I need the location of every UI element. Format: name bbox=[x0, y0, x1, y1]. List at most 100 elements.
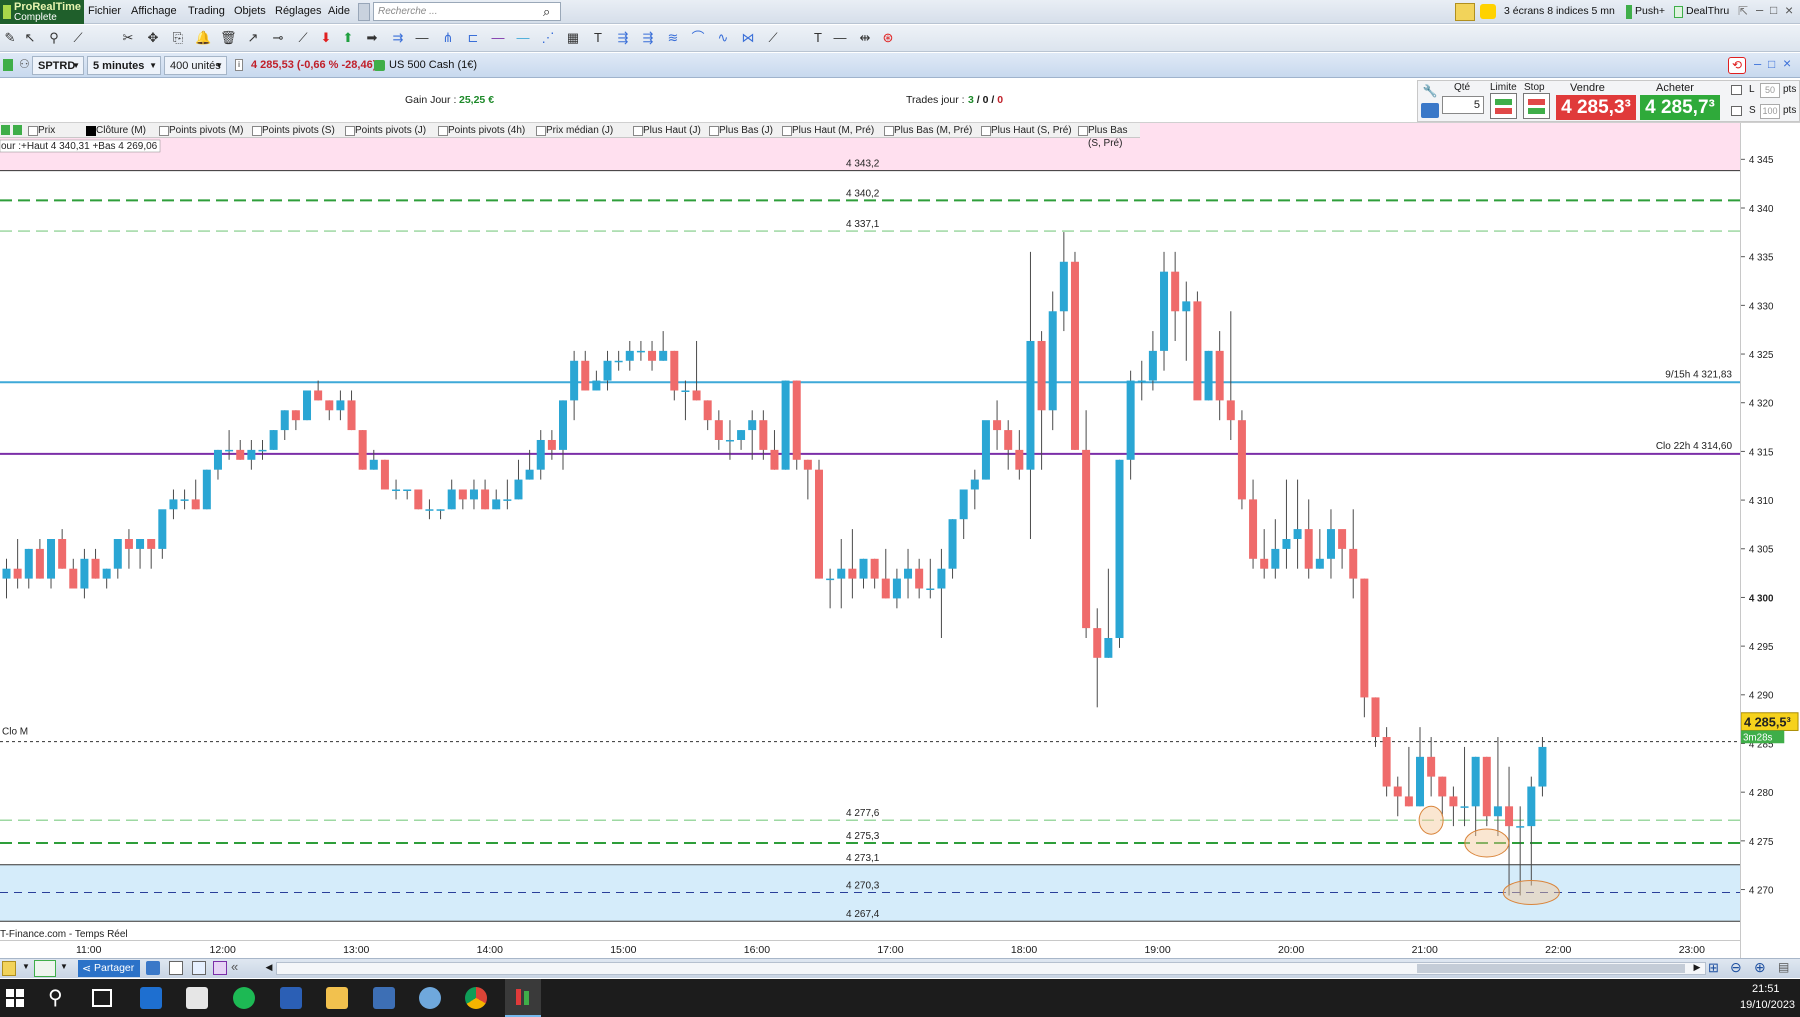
indicator-toggle[interactable]: Plus Haut (M, Pré) bbox=[781, 124, 874, 137]
table-icon[interactable] bbox=[192, 961, 206, 975]
move-icon[interactable]: ✥ bbox=[145, 30, 161, 46]
restore-icon[interactable]: ⇱ bbox=[1738, 4, 1748, 18]
minimize-icon[interactable]: – bbox=[1754, 56, 1761, 71]
limit-order-button[interactable] bbox=[1490, 93, 1517, 119]
wrench-icon[interactable]: 🔧 bbox=[1421, 84, 1439, 100]
calculator-icon[interactable] bbox=[373, 987, 395, 1009]
text-tool-icon[interactable]: T bbox=[590, 30, 606, 46]
text-box-icon[interactable]: T bbox=[810, 30, 826, 46]
indicator-toggle[interactable]: Plus Bas (M, Pré) bbox=[883, 124, 972, 137]
pen-icon[interactable]: ✎ bbox=[2, 30, 18, 46]
info-icon[interactable]: i bbox=[235, 59, 243, 71]
zoom-fit-icon[interactable]: ⊞ bbox=[1708, 960, 1719, 976]
dealthru-button[interactable]: DealThru bbox=[1686, 5, 1729, 17]
indicator-toggle[interactable]: Points pivots (J) bbox=[344, 124, 426, 137]
chat-icon[interactable] bbox=[146, 961, 160, 975]
parallel-lines-icon[interactable]: ⇶ bbox=[615, 30, 631, 46]
record-icon[interactable]: ⊛ bbox=[880, 30, 896, 46]
menu-reglages[interactable]: Réglages bbox=[275, 5, 321, 17]
timeframe-selector[interactable]: 5 minutes ▼ bbox=[87, 56, 161, 75]
indicator-toggle[interactable]: Prix médian (J) bbox=[535, 124, 613, 137]
l-points-input[interactable]: 50 bbox=[1760, 83, 1780, 98]
add-indicator-icon[interactable] bbox=[1, 125, 10, 135]
link-icon[interactable]: ⚇ bbox=[19, 57, 30, 71]
right-arrow-icon[interactable]: ➡ bbox=[364, 30, 380, 46]
qty-input[interactable]: 5 bbox=[1442, 96, 1484, 114]
prorealtime-taskbar-button[interactable] bbox=[505, 979, 541, 1017]
windows-start-icon[interactable] bbox=[6, 989, 24, 1007]
indicator-toggle[interactable]: Points pivots (4h) bbox=[437, 124, 525, 137]
segment-icon[interactable]: ⊸ bbox=[270, 30, 286, 46]
stop-order-button[interactable] bbox=[1523, 93, 1550, 119]
indicator-toggle[interactable]: Plus Haut (S, Pré) bbox=[980, 124, 1072, 137]
menu-trading[interactable]: Trading bbox=[188, 5, 225, 17]
trend-line-icon[interactable]: ⟋ bbox=[295, 30, 311, 46]
price-axis[interactable]: 4 345 4 340 4 335 4 330 4 325 4 320 4 315 4 310… bbox=[1740, 123, 1800, 959]
close-icon[interactable]: × bbox=[1783, 55, 1791, 71]
collapse-icon[interactable]: « bbox=[231, 959, 238, 974]
task-view-icon[interactable] bbox=[92, 989, 112, 1007]
measure-icon[interactable]: ⟋ bbox=[765, 30, 781, 46]
menu-aide[interactable]: Aide bbox=[328, 5, 350, 17]
drive-icon[interactable] bbox=[186, 987, 208, 1009]
s-checkbox[interactable] bbox=[1731, 106, 1742, 116]
indicator-toggle[interactable]: Plus Haut (J) bbox=[632, 124, 701, 137]
pitchfork-icon[interactable]: ⊏ bbox=[465, 30, 481, 46]
app-icon[interactable] bbox=[419, 987, 441, 1009]
ruler-icon[interactable]: ⟋ bbox=[70, 30, 86, 46]
sell-button[interactable]: 4 285,3³ bbox=[1556, 95, 1636, 120]
horizontal-line-icon[interactable]: — bbox=[414, 30, 430, 46]
indicator-toggle[interactable]: Clôture (M) bbox=[85, 124, 146, 137]
spotify-icon[interactable] bbox=[233, 987, 255, 1009]
arc-icon[interactable]: ⌒ bbox=[690, 30, 706, 46]
indicator-toggle[interactable]: Points pivots (S) bbox=[251, 124, 335, 137]
blue-line-icon[interactable]: — bbox=[515, 30, 531, 46]
time-axis[interactable]: 11:00 12:00 13:00 14:00 15:00 16:00 17:00 18:00… bbox=[0, 940, 1740, 959]
chevron-down-icon[interactable]: ▼ bbox=[22, 962, 30, 971]
maximize-icon[interactable]: □ bbox=[1768, 57, 1775, 71]
add-chart-icon[interactable] bbox=[34, 960, 56, 977]
fan-icon[interactable]: ⋰ bbox=[540, 30, 556, 46]
pencil-icon[interactable] bbox=[1455, 3, 1475, 21]
chevron-down-icon[interactable]: ▼ bbox=[60, 962, 68, 971]
sell-arrow-icon[interactable]: ⬇ bbox=[318, 30, 334, 46]
screener-icon[interactable] bbox=[213, 961, 227, 975]
taskbar-search-icon[interactable]: ⚲ bbox=[48, 985, 63, 1010]
units-selector[interactable]: 400 unités ▼ bbox=[164, 56, 227, 75]
buy-button[interactable]: 4 285,7³ bbox=[1640, 95, 1720, 120]
fibonacci-icon[interactable]: ⋔ bbox=[440, 30, 456, 46]
notification-icon[interactable] bbox=[1480, 4, 1496, 19]
sync-icon[interactable]: ⟲ bbox=[1728, 57, 1746, 74]
price-chart[interactable]: 4 343,2 4 340,2 4 337,1 4 277,6 4 275,3 4 273… bbox=[0, 123, 1740, 959]
line-style-icon[interactable]: — bbox=[832, 30, 848, 46]
parallel-lines-2-icon[interactable]: ⇶ bbox=[640, 30, 656, 46]
cycles-icon[interactable]: ≋ bbox=[665, 30, 681, 46]
file-explorer-icon[interactable] bbox=[326, 987, 348, 1009]
search-toggle-button[interactable] bbox=[358, 3, 370, 21]
panel-menu-icon[interactable]: ▤ bbox=[1778, 960, 1789, 974]
l-checkbox[interactable] bbox=[1731, 85, 1742, 95]
s-points-input[interactable]: 100 bbox=[1760, 104, 1780, 119]
menu-fichier[interactable]: Fichier bbox=[88, 5, 121, 17]
menu-affichage[interactable]: Affichage bbox=[131, 5, 177, 17]
close-icon[interactable]: × bbox=[1785, 2, 1793, 18]
buy-arrow-icon[interactable]: ⬆ bbox=[340, 30, 356, 46]
indicator-toggle[interactable]: Plus Bas (J) bbox=[708, 124, 773, 137]
indicator-toggle[interactable]: Plus Bas (S, Pré) bbox=[1077, 124, 1140, 149]
chrome-icon[interactable] bbox=[465, 987, 487, 1009]
scissors-icon[interactable]: ✂ bbox=[120, 30, 136, 46]
trash-icon[interactable]: 🗑 bbox=[220, 30, 237, 46]
layout-selector[interactable]: 3 écrans 8 indices 5 mn bbox=[1504, 5, 1615, 17]
indicator-settings-icon[interactable] bbox=[13, 125, 22, 135]
minimize-icon[interactable]: – bbox=[1756, 2, 1763, 17]
search-input[interactable]: Recherche ... bbox=[373, 2, 561, 21]
maximize-icon[interactable]: □ bbox=[1770, 3, 1777, 17]
keyboard-icon[interactable] bbox=[1421, 103, 1439, 118]
indicator-toggle[interactable]: Points pivots (M) bbox=[158, 124, 243, 137]
zoom-tool-icon[interactable]: ⚲ bbox=[46, 30, 62, 46]
spacing-icon[interactable]: ⇹ bbox=[857, 30, 873, 46]
gann-icon[interactable]: ▦ bbox=[565, 30, 581, 46]
pencil-icon[interactable] bbox=[2, 961, 16, 976]
push-button[interactable]: Push+ bbox=[1635, 5, 1665, 17]
zoom-in-icon[interactable]: ⊕ bbox=[1754, 959, 1766, 976]
